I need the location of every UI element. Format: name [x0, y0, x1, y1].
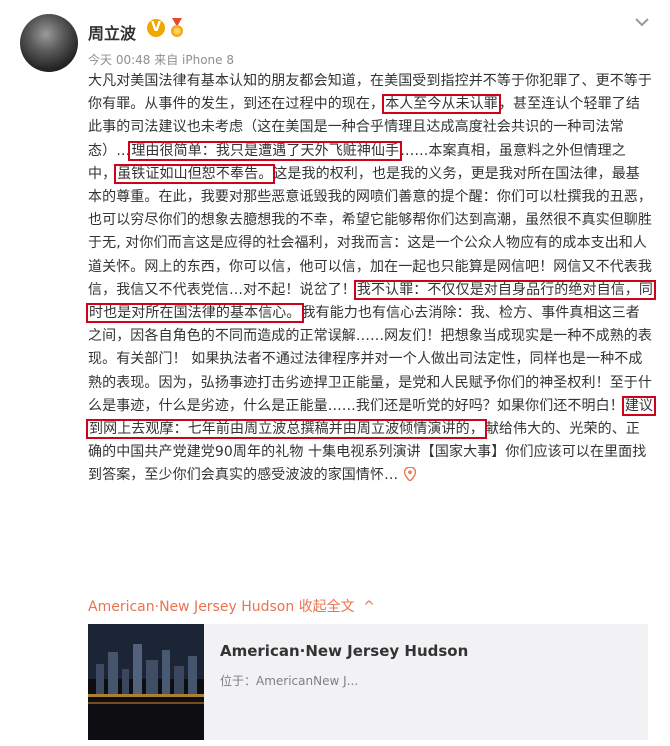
location-text[interactable]: American·New Jersey Hudson	[88, 599, 294, 615]
card-thumbnail	[88, 624, 204, 740]
user-avatar[interactable]	[20, 14, 78, 72]
highlight-box: 虽铁证如山但恕不奉告。	[114, 163, 276, 184]
card-subtitle: 位于：AmericanNew J...	[220, 674, 359, 688]
collapse-button[interactable]: 收起全文	[299, 599, 355, 615]
highlight-box: 理由很简单：我只是遭遇了天外飞赃神仙手	[128, 140, 403, 161]
location-pin-icon	[404, 467, 417, 482]
highlight-box: 本人至今从未认罪	[382, 94, 501, 115]
chevron-down-icon[interactable]	[634, 14, 650, 30]
user-name[interactable]: 周立波	[88, 20, 136, 44]
post-text: 大凡对美国法律有基本认知的朋友都会知道，在美国受到指控并不等于你犯罪了、更不等于…	[85, 73, 657, 484]
location-card[interactable]: American·New Jersey Hudson 位于：AmericanNe…	[88, 624, 648, 740]
verified-v-icon: V	[147, 19, 165, 37]
location-link[interactable]: American·New Jersey Hudson 收起全文 ^	[88, 596, 375, 616]
collapse-arrow-icon[interactable]: ^	[363, 599, 375, 615]
medal-icon	[171, 18, 183, 37]
card-title[interactable]: American·New Jersey Hudson	[220, 642, 468, 660]
post-meta: 今天 00:48 来自 iPhone 8	[88, 53, 234, 67]
